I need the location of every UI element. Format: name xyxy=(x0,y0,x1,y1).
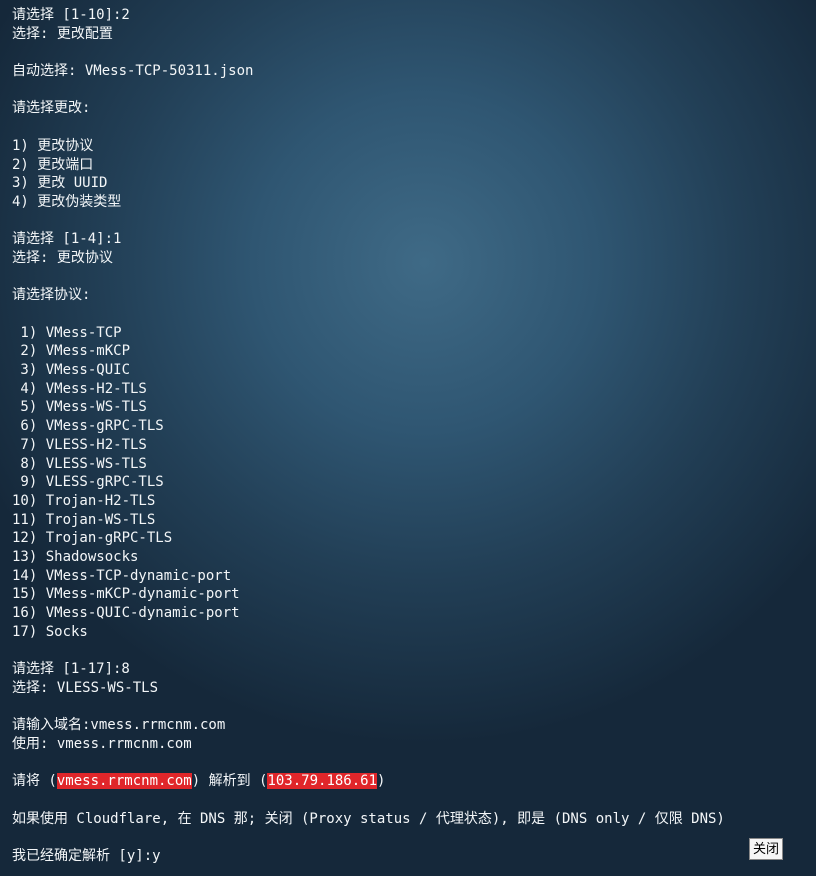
resolve-suffix: ) xyxy=(377,773,386,790)
prompt-line: 请选择 [1-17]:8 xyxy=(12,661,130,678)
selection-line: 选择: VLESS-WS-TLS xyxy=(12,679,159,696)
protocol-option: 1) VMess-TCP xyxy=(12,324,122,341)
protocol-option: 17) Socks xyxy=(12,623,88,640)
terminal-output: 请选择 [1-10]:2 选择: 更改配置 自动选择: VMess-TCP-50… xyxy=(12,6,808,866)
prompt-line: 请选择 [1-4]:1 xyxy=(12,231,122,248)
prompt-line: 请选择协议: xyxy=(12,287,91,304)
close-button[interactable]: 关闭 xyxy=(749,838,783,860)
protocol-option: 5) VMess-WS-TLS xyxy=(12,399,147,416)
selection-line: 选择: 更改配置 xyxy=(12,25,113,42)
protocol-option: 14) VMess-TCP-dynamic-port xyxy=(12,567,232,584)
protocol-option: 16) VMess-QUIC-dynamic-port xyxy=(12,605,240,621)
selection-line: 选择: 更改协议 xyxy=(12,249,113,266)
domain-use-line: 使用: vmess.rrmcnm.com xyxy=(12,735,192,752)
protocol-list: 1) VMess-TCP 2) VMess-mKCP 3) VMess-QUIC… xyxy=(12,324,808,642)
protocol-option: 12) Trojan-gRPC-TLS xyxy=(12,530,173,547)
menu-option: 1) 更改协议 xyxy=(12,137,94,154)
protocol-option: 7) VLESS-H2-TLS xyxy=(12,436,147,453)
highlighted-domain: vmess.rrmcnm.com xyxy=(56,773,192,790)
prompt-line: 请选择更改: xyxy=(12,100,91,117)
resolve-prefix: 请将 ( xyxy=(12,773,57,790)
menu-option: 3) 更改 UUID xyxy=(12,175,108,192)
menu-option: 4) 更改伪装类型 xyxy=(12,193,122,210)
protocol-option: 9) VLESS-gRPC-TLS xyxy=(12,474,164,491)
protocol-option: 4) VMess-H2-TLS xyxy=(12,380,147,397)
protocol-option: 11) Trojan-WS-TLS xyxy=(12,511,156,528)
auto-select-line: 自动选择: VMess-TCP-50311.json xyxy=(12,63,254,80)
resolve-middle: ) 解析到 ( xyxy=(191,773,268,790)
prompt-line: 请选择 [1-10]:2 xyxy=(12,7,130,23)
confirm-line: 我已经确定解析 [y]:y xyxy=(12,847,161,864)
highlighted-ip: 103.79.186.61 xyxy=(267,773,378,790)
cloudflare-note-line: 如果使用 Cloudflare, 在 DNS 那; 关闭 (Proxy stat… xyxy=(12,810,725,827)
resolve-line: 请将 (vmess.rrmcnm.com) 解析到 (103.79.186.61… xyxy=(12,772,808,791)
menu-option: 2) 更改端口 xyxy=(12,156,94,173)
protocol-option: 15) VMess-mKCP-dynamic-port xyxy=(12,586,240,603)
protocol-option: 10) Trojan-H2-TLS xyxy=(12,492,156,509)
protocol-option: 6) VMess-gRPC-TLS xyxy=(12,418,164,435)
protocol-option: 3) VMess-QUIC xyxy=(12,362,131,379)
domain-input-line: 请输入域名:vmess.rrmcnm.com xyxy=(12,717,226,734)
protocol-option: 2) VMess-mKCP xyxy=(12,343,131,360)
protocol-option: 8) VLESS-WS-TLS xyxy=(12,455,147,472)
protocol-option: 13) Shadowsocks xyxy=(12,548,139,565)
